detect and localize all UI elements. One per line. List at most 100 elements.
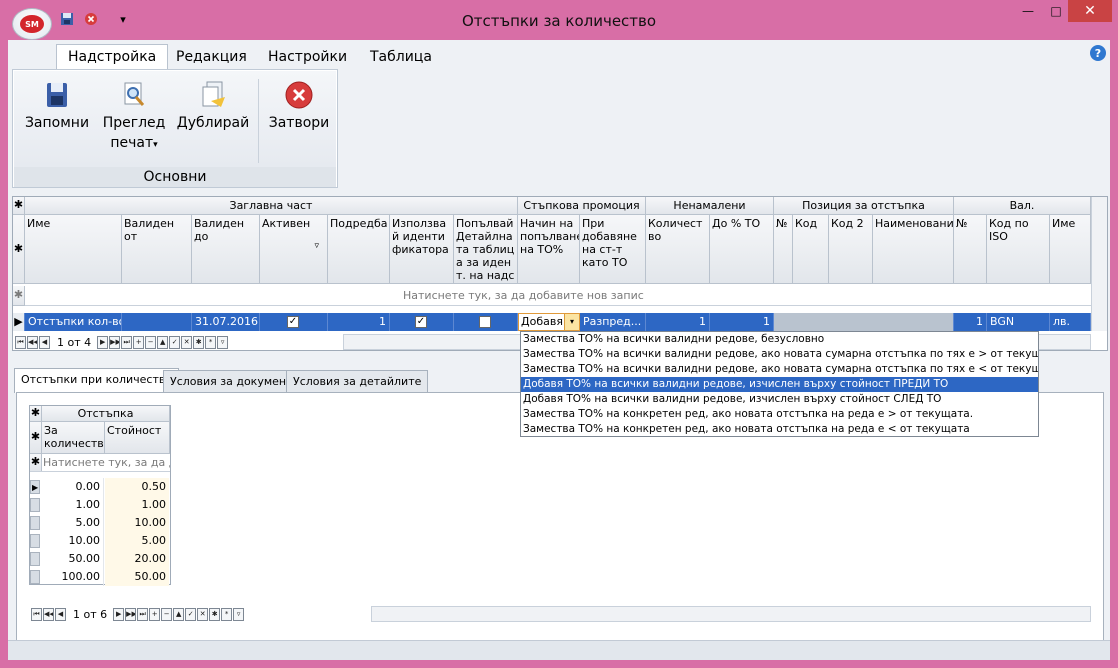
help-icon[interactable]: ? xyxy=(1090,45,1106,61)
next-record-button[interactable]: ▶ xyxy=(97,335,109,349)
fill-method-combo[interactable]: Добавя ▾ xyxy=(518,313,580,331)
edit-record-button[interactable]: ▲ xyxy=(157,335,169,349)
edit-record-button[interactable]: ▲ xyxy=(173,607,185,621)
duplicate-button[interactable]: Дублирай xyxy=(174,79,252,133)
last-record-button[interactable]: ⏭ xyxy=(121,335,133,349)
tab-tablitsa[interactable]: Таблица xyxy=(359,44,443,69)
dropdown-option[interactable]: Замества ТО% на конкретен ред, ако новат… xyxy=(521,407,1038,422)
cell-value[interactable]: 0.50 xyxy=(105,478,169,496)
col-fill-detail[interactable]: Попълвай Детайлната таблица за идент. на… xyxy=(454,215,518,284)
horizontal-scrollbar[interactable] xyxy=(371,606,1091,622)
col-to-pct[interactable]: До % ТО xyxy=(710,215,774,284)
col-fill-method[interactable]: Начин на попълване на ТО% xyxy=(518,215,580,284)
table-row[interactable]: ▶ Отстъпки кол-во 31.07.2016 ✓ 1 ✓ Добав… xyxy=(13,313,1091,331)
filter-button[interactable]: ▿ xyxy=(217,335,229,349)
cell-value[interactable]: 5.00 xyxy=(105,532,169,550)
tab-redaktsiya[interactable]: Редакция xyxy=(165,44,258,69)
dropdown-option[interactable]: Замества ТО% на всички валидни редове, а… xyxy=(521,347,1038,362)
dropdown-option[interactable]: Замества ТО% на всички валидни редове, б… xyxy=(521,332,1038,347)
accept-button[interactable]: ✓ xyxy=(169,335,181,349)
first-record-button[interactable]: ⏮ xyxy=(15,335,26,349)
cell-to-pct[interactable]: 1 xyxy=(710,313,774,331)
col-valid-from[interactable]: Валиден от xyxy=(122,215,192,284)
table-row[interactable]: 1.00 1.00 xyxy=(30,496,170,514)
col-num[interactable]: № xyxy=(774,215,793,284)
table-row[interactable]: 50.00 20.00 xyxy=(30,550,170,568)
col-name[interactable]: Име xyxy=(25,215,122,284)
cancel-button[interactable]: ✕ xyxy=(181,335,193,349)
table-row[interactable]: 100.00 50.00 xyxy=(30,568,170,586)
col-cur-name[interactable]: Име xyxy=(1050,215,1091,284)
cell-value[interactable]: 50.00 xyxy=(105,568,169,586)
cell-position-empty[interactable] xyxy=(774,313,954,331)
minimize-button[interactable]: — xyxy=(1016,0,1040,22)
cell-qty[interactable]: 100.00 xyxy=(42,568,104,586)
col-naming[interactable]: Наименование xyxy=(873,215,954,284)
col-code2[interactable]: Код 2 xyxy=(829,215,873,284)
goto-bookmark-button[interactable]: * xyxy=(205,335,217,349)
tab-detail-conditions[interactable]: Условия за детайлите xyxy=(286,370,429,392)
cell-value[interactable]: 20.00 xyxy=(105,550,169,568)
cell-value[interactable]: 1.00 xyxy=(105,496,169,514)
cell-valid-from[interactable] xyxy=(122,313,192,331)
delete-record-button[interactable]: − xyxy=(145,335,157,349)
cell-valid-to[interactable]: 31.07.2016 xyxy=(192,313,260,331)
active-checkbox[interactable]: ✓ xyxy=(287,316,299,328)
cell-active[interactable]: ✓ xyxy=(260,313,328,331)
cell-value[interactable]: 10.00 xyxy=(105,514,169,532)
vertical-scrollbar[interactable] xyxy=(1091,197,1107,331)
cell-cur-name[interactable]: лв. xyxy=(1050,313,1091,331)
bookmark-button[interactable]: ✱ xyxy=(209,607,221,621)
cell-fill-detail[interactable] xyxy=(454,313,518,331)
table-row[interactable]: 5.00 10.00 xyxy=(30,514,170,532)
cell-qty[interactable]: 1.00 xyxy=(42,496,104,514)
tab-doc-conditions[interactable]: Условия за документа xyxy=(163,370,307,392)
chevron-down-icon[interactable]: ▾ xyxy=(564,314,579,330)
filter-icon[interactable]: ▿ xyxy=(314,241,319,251)
col-use-ident[interactable]: Използвай идентификатора xyxy=(390,215,454,284)
accept-button[interactable]: ✓ xyxy=(185,607,197,621)
col-qty[interactable]: Количество xyxy=(646,215,710,284)
fill-method-dropdown[interactable]: Замества ТО% на всички валидни редове, б… xyxy=(520,331,1039,437)
close-button[interactable]: Затвори xyxy=(264,79,334,133)
dropdown-option[interactable]: Добавя ТО% на всички валидни редове, изч… xyxy=(521,392,1038,407)
prev-page-button[interactable]: ◀◀ xyxy=(27,335,38,349)
prev-record-button[interactable]: ◀ xyxy=(39,335,50,349)
fill-detail-checkbox[interactable] xyxy=(479,316,491,328)
col-for-qty[interactable]: За количество xyxy=(42,422,105,454)
cell-add-st[interactable]: Разпред... xyxy=(580,313,646,331)
save-button[interactable]: Запомни xyxy=(22,79,92,133)
bookmark-button[interactable]: ✱ xyxy=(193,335,205,349)
cell-use-ident[interactable]: ✓ xyxy=(390,313,454,331)
table-row[interactable]: 10.00 5.00 xyxy=(30,532,170,550)
cell-qty[interactable]: 10.00 xyxy=(42,532,104,550)
dropdown-option[interactable]: Замества ТО% на всички валидни редове, а… xyxy=(521,362,1038,377)
dropdown-option[interactable]: Замества ТО% на конкретен ред, ако новат… xyxy=(521,422,1038,437)
cell-qty[interactable]: 1 xyxy=(646,313,710,331)
tab-qty-discounts[interactable]: Отстъпки при количество xyxy=(14,368,180,393)
goto-bookmark-button[interactable]: * xyxy=(221,607,233,621)
cell-cur-num[interactable]: 1 xyxy=(954,313,987,331)
cell-name[interactable]: Отстъпки кол-во xyxy=(25,313,122,331)
col-code[interactable]: Код xyxy=(793,215,829,284)
add-record-button[interactable]: + xyxy=(149,607,161,621)
cancel-button[interactable]: ✕ xyxy=(197,607,209,621)
cell-order[interactable]: 1 xyxy=(328,313,390,331)
col-valid-to[interactable]: Валиден до xyxy=(192,215,260,284)
tab-nastroyki[interactable]: Настройки xyxy=(257,44,358,69)
cell-qty[interactable]: 0.00 xyxy=(42,478,104,496)
col-iso[interactable]: Код по ISO xyxy=(987,215,1050,284)
add-record-button[interactable]: + xyxy=(133,335,145,349)
last-record-button[interactable]: ⏭ xyxy=(137,607,149,621)
tab-nadstroyka[interactable]: Надстройка xyxy=(56,44,169,69)
next-page-button[interactable]: ▶▶ xyxy=(109,335,121,349)
col-order[interactable]: Подредба xyxy=(328,215,390,284)
delete-record-button[interactable]: − xyxy=(161,607,173,621)
dropdown-option-selected[interactable]: Добавя ТО% на всички валидни редове, изч… xyxy=(521,377,1038,392)
col-active[interactable]: Активен ▿ xyxy=(260,215,328,284)
first-record-button[interactable]: ⏮ xyxy=(31,607,42,621)
col-value[interactable]: Стойност xyxy=(105,422,170,454)
cell-qty[interactable]: 5.00 xyxy=(42,514,104,532)
maximize-button[interactable]: □ xyxy=(1044,0,1068,22)
print-preview-button[interactable]: Преглед печат▾ xyxy=(100,79,168,155)
